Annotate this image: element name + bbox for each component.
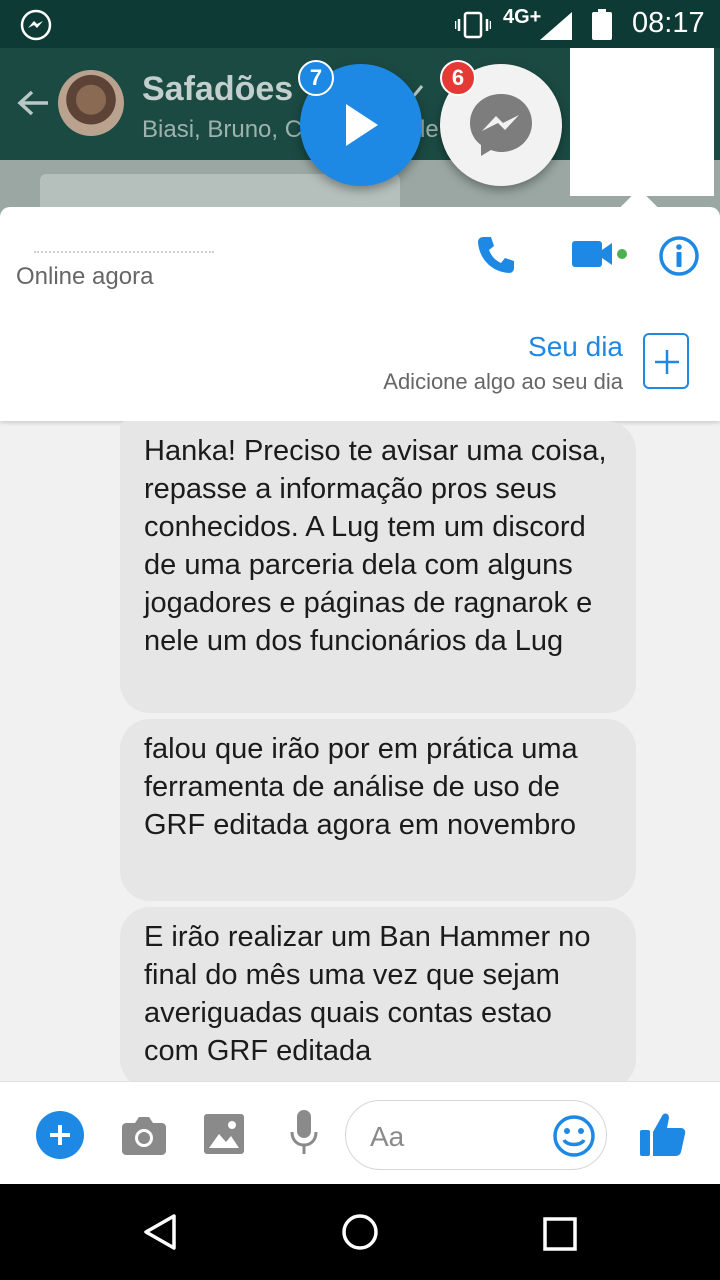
emoji-icon[interactable] bbox=[552, 1114, 596, 1158]
message-list[interactable]: Hanka! Preciso te avisar uma coisa, repa… bbox=[0, 421, 720, 1081]
network-type: 4G+ bbox=[503, 6, 542, 28]
messenger-icon bbox=[470, 94, 532, 156]
redacted-area bbox=[570, 48, 714, 196]
group-avatar[interactable] bbox=[58, 70, 124, 136]
online-dot bbox=[617, 249, 627, 259]
clock: 08:17 bbox=[632, 7, 705, 39]
message-composer: Aa bbox=[0, 1081, 720, 1184]
add-story-button[interactable] bbox=[643, 333, 689, 389]
message-bubble[interactable]: falou que irão por em prática uma ferram… bbox=[120, 719, 636, 901]
status-bar: 4G+ 08:17 bbox=[0, 0, 720, 48]
battery-icon bbox=[592, 9, 612, 40]
messenger-chat-head-badge: 6 bbox=[440, 60, 476, 96]
play-icon bbox=[346, 104, 378, 146]
signal-icon bbox=[540, 12, 572, 40]
info-icon[interactable] bbox=[658, 235, 700, 277]
thumbs-up-icon[interactable] bbox=[640, 1110, 686, 1158]
nav-back-icon[interactable] bbox=[140, 1212, 180, 1252]
message-input[interactable]: Aa bbox=[345, 1100, 607, 1170]
messenger-notification-icon bbox=[20, 9, 52, 41]
navigation-bar bbox=[0, 1184, 720, 1280]
conversation-header: Online agora Seu dia Adicione algo ao se… bbox=[0, 207, 720, 421]
group-name[interactable]: Safadões bbox=[142, 70, 293, 109]
plus-icon bbox=[50, 1125, 70, 1145]
vibrate-icon bbox=[455, 11, 491, 39]
presence-status: Online agora bbox=[16, 263, 154, 290]
message-bubble[interactable]: Hanka! Preciso te avisar uma coisa, repa… bbox=[120, 421, 636, 713]
nav-recent-apps-icon[interactable] bbox=[542, 1216, 578, 1252]
story-title[interactable]: Seu dia bbox=[528, 331, 623, 363]
phone-icon[interactable] bbox=[476, 235, 516, 275]
more-actions-button[interactable] bbox=[36, 1111, 84, 1159]
microphone-icon[interactable] bbox=[290, 1110, 318, 1158]
video-call-icon[interactable] bbox=[570, 237, 630, 273]
contact-name-redacted bbox=[34, 251, 214, 259]
image-icon[interactable] bbox=[204, 1114, 244, 1154]
message-bubble[interactable]: E irão realizar um Ban Hammer no final d… bbox=[120, 907, 636, 1081]
arrow-back-icon[interactable] bbox=[14, 84, 52, 122]
group-members: Biasi, Bruno, C bbox=[142, 116, 303, 143]
play-chat-head-badge: 7 bbox=[298, 60, 334, 96]
group-members-overflow: le bbox=[420, 116, 439, 143]
messenger-panel: Online agora Seu dia Adicione algo ao se… bbox=[0, 207, 720, 1184]
nav-home-icon[interactable] bbox=[340, 1212, 380, 1252]
story-subtitle: Adicione algo ao seu dia bbox=[383, 369, 623, 394]
message-input-placeholder: Aa bbox=[370, 1121, 405, 1152]
camera-icon[interactable] bbox=[122, 1115, 166, 1155]
plus-icon bbox=[655, 350, 679, 374]
